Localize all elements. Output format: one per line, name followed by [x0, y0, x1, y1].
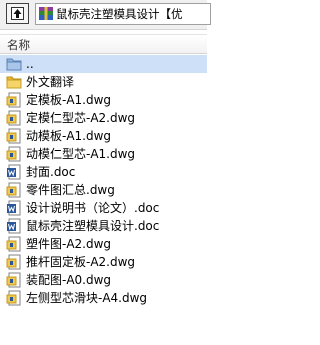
file-name: 封面.doc	[26, 165, 76, 179]
path-text: 鼠标壳注塑模具设计【优	[56, 7, 183, 21]
list-item-folder[interactable]: 外文翻译	[0, 73, 207, 91]
dwg-file-icon	[6, 272, 21, 288]
list-item-file[interactable]: 装配图-A0.dwg	[0, 271, 207, 289]
folder-icon	[6, 76, 22, 89]
up-folder-icon	[11, 7, 24, 20]
file-name: 塑件图-A2.dwg	[26, 237, 112, 251]
dwg-file-icon	[6, 146, 21, 162]
column-header-name[interactable]: 名称	[0, 34, 207, 54]
list-item-file[interactable]: 定模仁型芯-A2.dwg	[0, 109, 207, 127]
dwg-file-icon	[6, 128, 21, 144]
file-name: 定模仁型芯-A2.dwg	[26, 111, 136, 125]
list-item-file[interactable]: 动模板-A1.dwg	[0, 127, 207, 145]
file-name: ..	[26, 57, 34, 71]
file-name: 推杆固定板-A2.dwg	[26, 255, 136, 269]
file-list: .. 外文翻译 定模板-A1.dwg 定模仁型芯-A2.dwg 动模板-A1.d…	[0, 55, 207, 307]
list-item-file[interactable]: 零件图汇总.dwg	[0, 181, 207, 199]
dwg-file-icon	[6, 110, 21, 126]
file-name: 零件图汇总.dwg	[26, 183, 115, 197]
dwg-file-icon	[6, 254, 21, 270]
file-name: 外文翻译	[26, 75, 75, 89]
file-name: 动模板-A1.dwg	[26, 129, 112, 143]
file-name: 左侧型芯滑块-A4.dwg	[26, 291, 148, 305]
dwg-file-icon	[6, 236, 21, 252]
dwg-file-icon	[6, 182, 21, 198]
file-name: 鼠标壳注塑模具设计.doc	[26, 219, 160, 233]
file-name: 设计说明书（论文）.doc	[26, 201, 160, 215]
parent-folder-icon	[6, 58, 22, 71]
doc-file-icon	[7, 218, 21, 234]
toolbar: 鼠标壳注塑模具设计【优	[0, 0, 211, 30]
column-header-label: 名称	[7, 38, 30, 52]
file-name: 动模仁型芯-A1.dwg	[26, 147, 136, 161]
list-item-file[interactable]: 推杆固定板-A2.dwg	[0, 253, 207, 271]
list-item-file[interactable]: 左侧型芯滑块-A4.dwg	[0, 289, 207, 307]
file-name: 装配图-A0.dwg	[26, 273, 112, 287]
rar-archive-icon	[39, 7, 53, 20]
list-item-file[interactable]: 定模板-A1.dwg	[0, 91, 207, 109]
file-name: 定模板-A1.dwg	[26, 93, 112, 107]
dwg-file-icon	[6, 290, 21, 306]
up-folder-button[interactable]	[6, 3, 29, 24]
list-item-file[interactable]: 塑件图-A2.dwg	[0, 235, 207, 253]
doc-file-icon	[7, 200, 21, 216]
path-bar[interactable]: 鼠标壳注塑模具设计【优	[35, 3, 211, 25]
dwg-file-icon	[6, 92, 21, 108]
list-item-file[interactable]: 鼠标壳注塑模具设计.doc	[0, 217, 207, 235]
list-item-file[interactable]: 封面.doc	[0, 163, 207, 181]
doc-file-icon	[7, 164, 21, 180]
list-item-parent[interactable]: ..	[0, 55, 207, 73]
list-item-file[interactable]: 设计说明书（论文）.doc	[0, 199, 207, 217]
list-item-file[interactable]: 动模仁型芯-A1.dwg	[0, 145, 207, 163]
